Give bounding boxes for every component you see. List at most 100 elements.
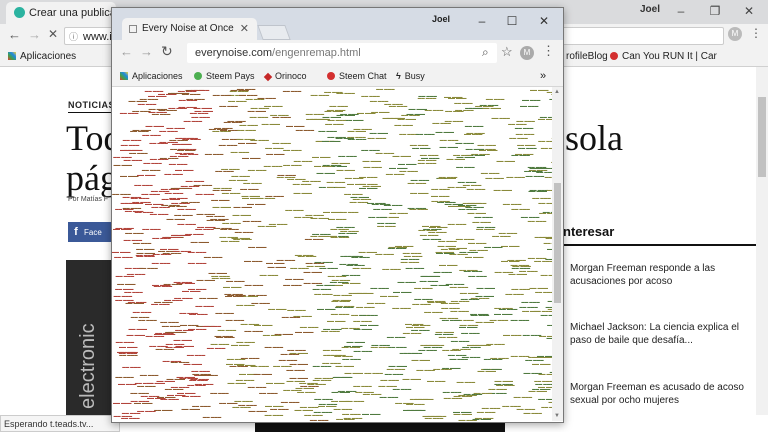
genre-label-mark[interactable]: ▬▬ ▬▬▬ <box>499 307 517 311</box>
genre-label-mark[interactable]: ▬▬ ▬▬▬ <box>307 264 325 268</box>
genre-label-mark[interactable]: ▬▬ ▬▬▬ <box>397 280 415 284</box>
new-tab-button[interactable] <box>257 25 291 40</box>
genre-label-mark[interactable]: ▬▬ ▬▬▬ <box>538 139 552 143</box>
genre-label-mark[interactable]: ▬▬ ▬▬▬ <box>468 241 486 245</box>
genre-label-mark[interactable]: ▬▬ ▬▬▬ <box>399 132 417 136</box>
genre-label-mark[interactable]: ▬▬ ▬▬▬ <box>406 402 424 406</box>
genre-label-mark[interactable]: ▬▬ ▬▬▬ <box>414 286 432 290</box>
genre-label-mark[interactable]: ▬▬ ▬▬▬ <box>541 273 552 277</box>
genre-label-mark[interactable]: ▬▬ ▬▬▬ <box>532 362 550 366</box>
genre-label-mark[interactable]: ▬▬ ▬▬▬ <box>511 207 529 211</box>
genre-label-mark[interactable]: ▬▬ ▬▬▬ <box>370 131 388 135</box>
genre-label-mark[interactable]: ▬▬ ▬▬▬ <box>323 210 341 214</box>
minimize-button[interactable]: – <box>664 0 698 22</box>
sidebar-article-link[interactable]: Michael Jackson: La ciencia explica el p… <box>570 321 750 347</box>
genre-label-mark[interactable]: ▬▬ ▬▬▬ <box>350 195 368 199</box>
genre-label-mark[interactable]: ▬▬ ▬▬▬ <box>266 381 284 385</box>
genre-label-mark[interactable]: ▬▬ ▬▬▬ <box>273 364 291 368</box>
genre-label-mark[interactable]: ▬▬ ▬▬▬ <box>289 351 307 355</box>
bookmark-profileblog[interactable]: rofileBlog <box>566 48 608 66</box>
genre-label-mark[interactable]: ▬▬ ▬▬▬ <box>226 318 244 322</box>
bookmark-apps[interactable]: Aplicaciones <box>8 48 76 66</box>
genre-label-mark[interactable]: ▬▬ ▬▬▬ <box>347 182 365 186</box>
genre-label-mark[interactable]: ▬▬ ▬▬▬ <box>545 175 552 179</box>
genre-label-mark[interactable]: ▬▬ ▬▬▬ <box>138 102 156 106</box>
genre-label-mark[interactable]: ▬▬ ▬▬▬ <box>227 293 245 297</box>
genre-label-mark[interactable]: ▬▬ ▬▬▬ <box>540 235 552 239</box>
genre-label-mark[interactable]: ▬▬ ▬▬▬ <box>254 372 272 376</box>
genre-label-mark[interactable]: ▬▬ ▬▬▬ <box>152 261 170 265</box>
genre-label-mark[interactable]: ▬▬ ▬▬▬ <box>331 299 349 303</box>
genre-label-mark[interactable]: ▬▬ ▬▬▬ <box>139 266 157 270</box>
genre-label-mark[interactable]: ▬▬ ▬▬▬ <box>248 168 266 172</box>
back-arrow-icon[interactable]: ← <box>8 27 21 42</box>
genre-label-mark[interactable]: ▬▬ ▬▬▬ <box>340 112 358 116</box>
genre-label-mark[interactable]: ▬▬ ▬▬▬ <box>439 335 457 339</box>
genre-label-mark[interactable]: ▬▬ ▬▬▬ <box>114 163 132 167</box>
genre-label-mark[interactable]: ▬▬ ▬▬▬ <box>350 200 368 204</box>
bookmark-steem-chat[interactable]: Steem Chat <box>327 66 387 86</box>
genre-label-mark[interactable]: ▬▬ ▬▬▬ <box>475 416 493 420</box>
genre-label-mark[interactable]: ▬▬ ▬▬▬ <box>528 256 546 260</box>
bookmark-steem-pays[interactable]: Steem Pays <box>194 66 255 86</box>
genre-label-mark[interactable]: ▬▬ ▬▬▬ <box>228 99 246 103</box>
genre-label-mark[interactable]: ▬▬ ▬▬▬ <box>286 368 304 372</box>
genre-label-mark[interactable]: ▬▬ ▬▬▬ <box>248 385 266 389</box>
genre-label-mark[interactable]: ▬▬ ▬▬▬ <box>425 108 443 112</box>
genre-label-mark[interactable]: ▬▬ ▬▬▬ <box>528 219 546 223</box>
genre-label-mark[interactable]: ▬▬ ▬▬▬ <box>364 371 382 375</box>
genre-label-mark[interactable]: ▬▬ ▬▬▬ <box>472 220 490 224</box>
genre-label-mark[interactable]: ▬▬ ▬▬▬ <box>490 356 508 360</box>
genre-label-mark[interactable]: ▬▬ ▬▬▬ <box>453 412 471 416</box>
genre-label-mark[interactable]: ▬▬ ▬▬▬ <box>124 238 142 242</box>
genre-label-mark[interactable]: ▬▬ ▬▬▬ <box>376 87 394 91</box>
genre-label-mark[interactable]: ▬▬ ▬▬▬ <box>403 408 421 412</box>
genre-label-mark[interactable]: ▬▬ ▬▬▬ <box>475 104 493 108</box>
genre-label-mark[interactable]: ▬▬ ▬▬▬ <box>186 97 204 101</box>
genre-label-mark[interactable]: ▬▬ ▬▬▬ <box>420 279 438 283</box>
genre-label-mark[interactable]: ▬▬ ▬▬▬ <box>283 89 301 93</box>
genre-label-mark[interactable]: ▬▬ ▬▬▬ <box>178 89 196 93</box>
genre-label-mark[interactable]: ▬▬ ▬▬▬ <box>331 399 349 403</box>
close-tab-icon[interactable]: ✕ <box>240 18 249 40</box>
genre-label-mark[interactable]: ▬▬ ▬▬▬ <box>164 172 182 176</box>
genre-label-mark[interactable]: ▬▬ ▬▬▬ <box>394 123 412 127</box>
genre-label-mark[interactable]: ▬▬ ▬▬▬ <box>485 176 503 180</box>
genre-label-mark[interactable]: ▬▬ ▬▬▬ <box>440 138 458 142</box>
genre-label-mark[interactable]: ▬▬ ▬▬▬ <box>362 412 380 416</box>
genre-label-mark[interactable]: ▬▬ ▬▬▬ <box>474 215 492 219</box>
genre-label-mark[interactable]: ▬▬ ▬▬▬ <box>398 162 416 166</box>
genre-label-mark[interactable]: ▬▬ ▬▬▬ <box>427 379 445 383</box>
genre-label-mark[interactable]: ▬▬ ▬▬▬ <box>448 222 466 226</box>
genre-label-mark[interactable]: ▬▬ ▬▬▬ <box>159 129 177 133</box>
genre-label-mark[interactable]: ▬▬ ▬▬▬ <box>538 201 552 205</box>
genre-label-mark[interactable]: ▬▬ ▬▬▬ <box>431 199 449 203</box>
genre-label-mark[interactable]: ▬▬ ▬▬▬ <box>279 358 297 362</box>
genre-label-mark[interactable]: ▬▬ ▬▬▬ <box>272 141 290 145</box>
genre-label-mark[interactable]: ▬▬ ▬▬▬ <box>290 266 308 270</box>
genre-label-mark[interactable]: ▬▬ ▬▬▬ <box>328 217 346 221</box>
genre-label-mark[interactable]: ▬▬ ▬▬▬ <box>355 390 373 394</box>
genre-label-mark[interactable]: ▬▬ ▬▬▬ <box>459 325 477 329</box>
genre-label-mark[interactable]: ▬▬ ▬▬▬ <box>136 247 154 251</box>
genre-label-mark[interactable]: ▬▬ ▬▬▬ <box>407 112 425 116</box>
genre-label-mark[interactable]: ▬▬ ▬▬▬ <box>177 222 195 226</box>
genre-label-mark[interactable]: ▬▬ ▬▬▬ <box>285 208 303 212</box>
genre-label-mark[interactable]: ▬▬ ▬▬▬ <box>471 296 489 300</box>
genre-label-mark[interactable]: ▬▬ ▬▬▬ <box>250 138 268 142</box>
bookmarks-overflow-button[interactable]: » <box>540 66 546 86</box>
genre-label-mark[interactable]: ▬▬ ▬▬▬ <box>287 308 305 312</box>
genre-label-mark[interactable]: ▬▬ ▬▬▬ <box>212 205 230 209</box>
genre-label-mark[interactable]: ▬▬ ▬▬▬ <box>214 126 232 130</box>
genre-label-mark[interactable]: ▬▬ ▬▬▬ <box>229 364 247 368</box>
genre-label-mark[interactable]: ▬▬ ▬▬▬ <box>399 169 417 173</box>
genre-label-mark[interactable]: ▬▬ ▬▬▬ <box>188 287 206 291</box>
genre-label-mark[interactable]: ▬▬ ▬▬▬ <box>323 327 341 331</box>
genre-label-mark[interactable]: ▬▬ ▬▬▬ <box>115 375 133 379</box>
genre-label-mark[interactable]: ▬▬ ▬▬▬ <box>359 313 377 317</box>
genre-label-mark[interactable]: ▬▬ ▬▬▬ <box>243 219 261 223</box>
genre-label-mark[interactable]: ▬▬ ▬▬▬ <box>174 296 192 300</box>
genre-label-mark[interactable]: ▬▬ ▬▬▬ <box>450 285 468 289</box>
genre-label-mark[interactable]: ▬▬ ▬▬▬ <box>345 118 363 122</box>
genre-label-mark[interactable]: ▬▬ ▬▬▬ <box>385 372 403 376</box>
